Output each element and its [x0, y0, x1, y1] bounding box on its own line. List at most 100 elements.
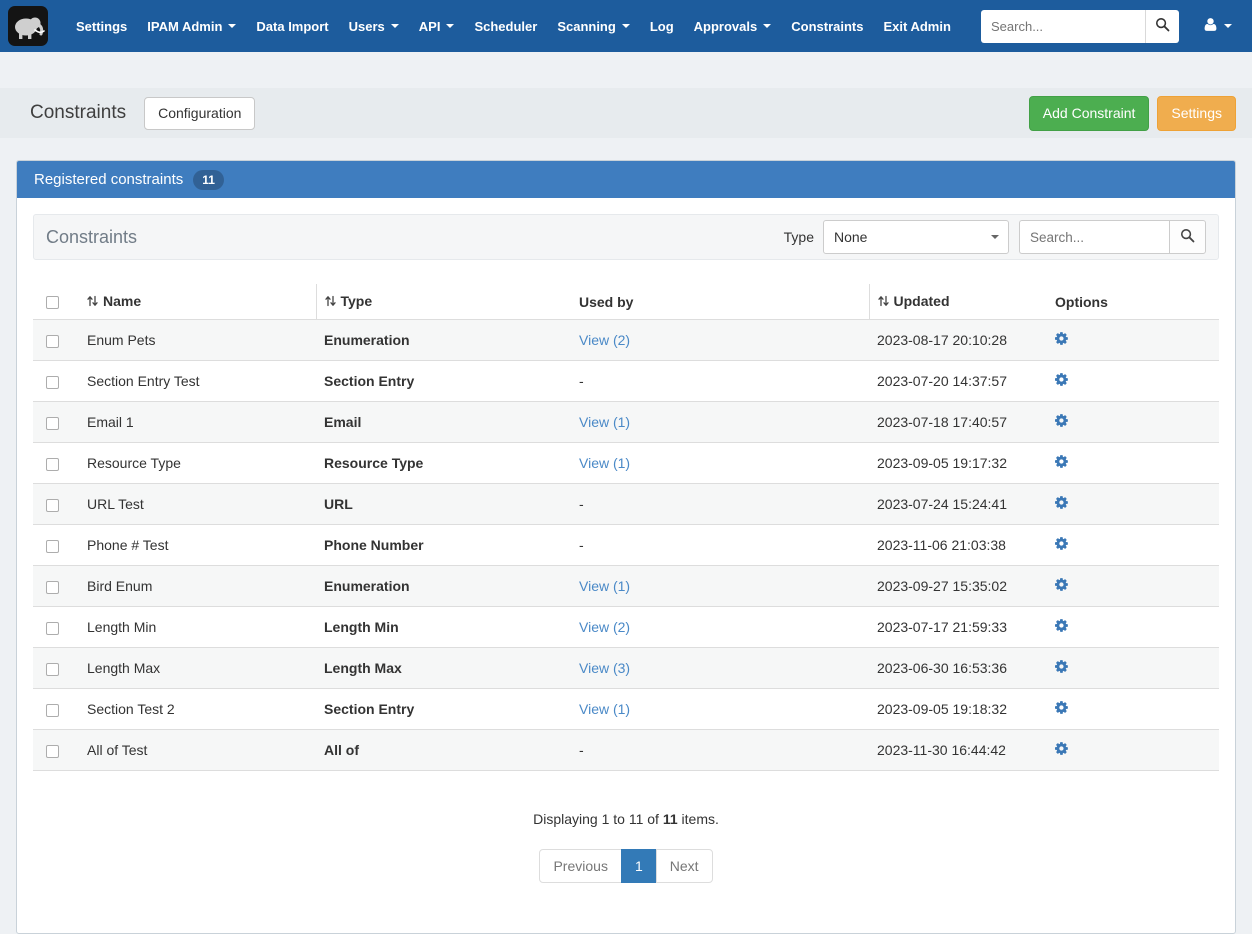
- row-checkbox-cell: [33, 606, 79, 648]
- caret-down-icon: [621, 24, 630, 28]
- nav-item-approvals[interactable]: Approvals: [684, 0, 782, 52]
- mammoth-logo-icon[interactable]: [8, 6, 48, 46]
- gear-icon[interactable]: [1055, 413, 1070, 428]
- pagination: Previous 1 Next: [33, 849, 1219, 883]
- gear-icon[interactable]: [1055, 577, 1070, 592]
- row-checkbox[interactable]: [46, 744, 59, 758]
- row-checkbox[interactable]: [46, 621, 59, 635]
- constraint-name: All of Test: [79, 729, 316, 771]
- nav-item-exit-admin[interactable]: Exit Admin: [873, 0, 960, 52]
- gear-icon[interactable]: [1055, 741, 1070, 756]
- gear-icon[interactable]: [1055, 659, 1070, 674]
- gear-icon[interactable]: [1055, 618, 1070, 633]
- user-menu-button[interactable]: [1195, 17, 1240, 35]
- constraint-options: [1041, 606, 1219, 648]
- pagination-next[interactable]: Next: [655, 849, 713, 883]
- gear-icon[interactable]: [1055, 495, 1070, 510]
- column-header-type[interactable]: Type: [315, 284, 571, 320]
- row-checkbox-cell: [33, 647, 79, 689]
- constraint-name: URL Test: [79, 483, 316, 525]
- nav-item-settings[interactable]: Settings: [66, 0, 137, 52]
- page-title: Constraints: [30, 102, 127, 123]
- used-by-view-link[interactable]: View (2): [579, 619, 630, 635]
- caret-down-icon: [991, 235, 999, 239]
- constraint-name: Bird Enum: [79, 565, 316, 607]
- constraint-updated: 2023-11-06 21:03:38: [869, 524, 1041, 566]
- nav-item-ipam-admin[interactable]: IPAM Admin: [137, 0, 246, 52]
- row-checkbox[interactable]: [46, 703, 59, 717]
- column-header-used-by: Used by: [571, 284, 869, 320]
- constraint-type: Email: [316, 401, 571, 443]
- row-checkbox[interactable]: [46, 539, 59, 553]
- constraint-type: Section Entry: [316, 688, 571, 730]
- navbar-search-input[interactable]: [981, 9, 1145, 43]
- nav-item-api[interactable]: API: [409, 0, 465, 52]
- nav-item-log[interactable]: Log: [640, 0, 684, 52]
- row-checkbox[interactable]: [46, 334, 59, 348]
- gear-icon[interactable]: [1055, 331, 1070, 346]
- gear-icon[interactable]: [1055, 536, 1070, 551]
- row-checkbox[interactable]: [46, 457, 59, 471]
- navbar-search-button[interactable]: [1145, 9, 1179, 43]
- table-search-input[interactable]: [1019, 220, 1169, 254]
- caret-down-icon: [1224, 24, 1232, 28]
- constraint-used-by: -: [571, 360, 869, 402]
- pagination-previous[interactable]: Previous: [539, 849, 622, 883]
- constraint-name: Section Test 2: [79, 688, 316, 730]
- sort-icon: [87, 294, 98, 310]
- row-checkbox[interactable]: [46, 498, 59, 512]
- nav-item-constraints[interactable]: Constraints: [781, 0, 873, 52]
- row-checkbox[interactable]: [46, 375, 59, 389]
- table-search-button[interactable]: [1169, 220, 1206, 254]
- nav-item-label: Approvals: [693, 18, 758, 34]
- used-by-view-link[interactable]: View (1): [579, 455, 630, 471]
- constraint-type: Section Entry: [316, 360, 571, 402]
- constraint-type: Phone Number: [316, 524, 571, 566]
- row-checkbox-cell: [33, 688, 79, 730]
- constraint-type: Length Max: [316, 647, 571, 689]
- used-by-view-link[interactable]: View (1): [579, 701, 630, 717]
- nav-item-data-import[interactable]: Data Import: [246, 0, 338, 52]
- sort-icon: [324, 294, 336, 310]
- nav-item-label: Data Import: [256, 18, 329, 34]
- select-all-checkbox[interactable]: [46, 296, 59, 310]
- constraint-updated: 2023-09-27 15:35:02: [869, 565, 1041, 607]
- nav-item-scheduler[interactable]: Scheduler: [464, 0, 547, 52]
- caret-down-icon: [446, 24, 455, 28]
- constraint-updated: 2023-09-05 19:17:32: [869, 442, 1041, 484]
- constraint-used-by: View (1): [571, 442, 869, 484]
- row-checkbox[interactable]: [46, 416, 59, 430]
- constraint-row: Section Entry Test Section Entry - 2023-…: [33, 360, 1219, 402]
- type-filter-select[interactable]: None: [823, 220, 1009, 254]
- used-by-view-link[interactable]: View (2): [579, 332, 630, 348]
- constraint-name: Phone # Test: [79, 524, 316, 566]
- used-by-view-link[interactable]: View (1): [579, 578, 630, 594]
- nav-item-scanning[interactable]: Scanning: [547, 0, 640, 52]
- constraint-row: Email 1 Email View (1) 2023-07-18 17:40:…: [33, 401, 1219, 443]
- row-checkbox[interactable]: [46, 662, 59, 676]
- nav-item-label: Scanning: [557, 18, 616, 34]
- used-by-view-link[interactable]: View (1): [579, 414, 630, 430]
- constraint-name: Length Min: [79, 606, 316, 648]
- search-icon: [1180, 228, 1195, 246]
- constraint-row: Length Max Length Max View (3) 2023-06-3…: [33, 647, 1219, 689]
- gear-icon[interactable]: [1055, 454, 1070, 469]
- row-checkbox-cell: [33, 401, 79, 443]
- constraint-updated: 2023-11-30 16:44:42: [869, 729, 1041, 771]
- constraint-updated: 2023-07-24 15:24:41: [869, 483, 1041, 525]
- gear-icon[interactable]: [1055, 700, 1070, 715]
- nav-item-label: Constraints: [791, 18, 864, 34]
- add-constraint-button[interactable]: Add Constraint: [1028, 95, 1150, 131]
- nav-item-users[interactable]: Users: [339, 0, 409, 52]
- pagination-page-1[interactable]: 1: [620, 849, 657, 883]
- settings-button[interactable]: Settings: [1157, 95, 1236, 131]
- constraint-updated: 2023-07-20 14:37:57: [869, 360, 1041, 402]
- used-by-view-link[interactable]: View (3): [579, 660, 630, 676]
- row-checkbox[interactable]: [46, 580, 59, 594]
- column-header-updated[interactable]: Updated: [868, 284, 1041, 320]
- gear-icon[interactable]: [1055, 372, 1070, 387]
- column-header-name[interactable]: Name: [79, 284, 316, 320]
- constraint-used-by: View (1): [571, 565, 869, 607]
- configuration-button[interactable]: Configuration: [144, 96, 256, 130]
- constraint-used-by: View (3): [571, 647, 869, 689]
